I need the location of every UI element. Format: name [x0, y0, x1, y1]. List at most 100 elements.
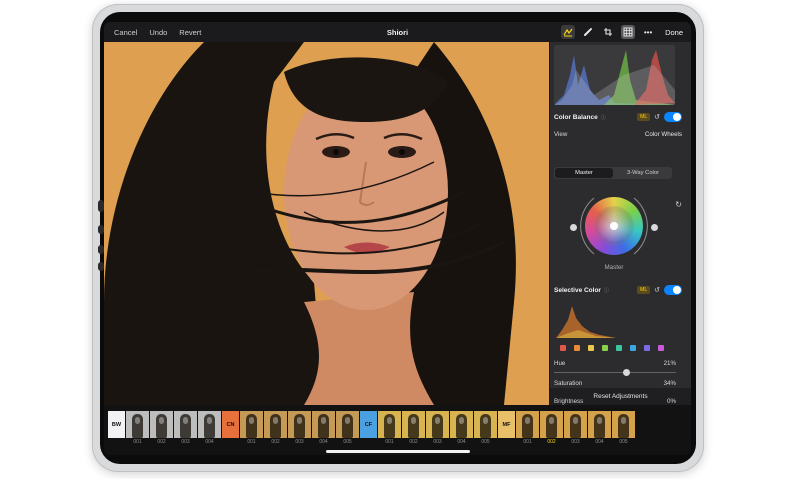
right-wheel-knob[interactable]: [651, 224, 658, 231]
master-color-wheel[interactable]: [585, 197, 643, 255]
filter-thumbnail[interactable]: [540, 411, 563, 438]
info-icon[interactable]: ⓘ: [604, 287, 609, 294]
filter-number: 004: [205, 439, 214, 445]
crop-icon[interactable]: [601, 25, 615, 39]
grid-icon[interactable]: [621, 25, 636, 39]
color-swatch[interactable]: [616, 345, 622, 351]
ml-badge[interactable]: ML: [637, 286, 651, 294]
saturation-value: 34%: [663, 380, 676, 387]
filter-number: 003: [295, 439, 304, 445]
adjustments-panel: Color Balance ⓘ ML ↺ View Color Wheels M…: [550, 42, 691, 405]
filter-thumbnail[interactable]: [378, 411, 401, 438]
filter-number-spacer: [222, 439, 239, 445]
filter-number: 003: [571, 439, 580, 445]
hue-label: Hue: [554, 360, 566, 367]
color-swatch[interactable]: [560, 345, 566, 351]
wheel-puck[interactable]: [610, 222, 618, 230]
color-swatch[interactable]: [630, 345, 636, 351]
hue-slider[interactable]: [554, 369, 676, 376]
filter-thumbnail[interactable]: [336, 411, 359, 438]
filter-number: 003: [433, 439, 442, 445]
filter-thumbnail[interactable]: [174, 411, 197, 438]
filter-number: 005: [481, 439, 490, 445]
color-swatch[interactable]: [644, 345, 650, 351]
view-label: View: [554, 131, 568, 138]
color-swatch[interactable]: [588, 345, 594, 351]
reset-icon[interactable]: ↺: [654, 113, 660, 121]
filter-number-spacer: [108, 439, 125, 445]
filter-thumbnail[interactable]: [288, 411, 311, 438]
segment-master[interactable]: Master: [555, 168, 613, 178]
color-swatch[interactable]: [602, 345, 608, 351]
filter-number: 005: [343, 439, 352, 445]
ml-badge[interactable]: ML: [637, 113, 651, 121]
hue-histogram: [556, 306, 616, 338]
view-row[interactable]: View Color Wheels: [554, 131, 682, 138]
filter-number: 001: [523, 439, 532, 445]
selective-color-toggle[interactable]: [664, 285, 682, 295]
filter-thumbnail[interactable]: [198, 411, 221, 438]
filter-thumbnail[interactable]: [588, 411, 611, 438]
filter-thumbnail[interactable]: [150, 411, 173, 438]
color-swatch[interactable]: [658, 345, 664, 351]
filter-thumbnail[interactable]: [564, 411, 587, 438]
done-button[interactable]: Done: [665, 28, 683, 37]
filter-thumbnail[interactable]: [240, 411, 263, 438]
cancel-button[interactable]: Cancel: [114, 28, 137, 37]
segment-3-way-color[interactable]: 3-Way Color: [614, 167, 672, 179]
filter-number: 003: [181, 439, 190, 445]
adjust-icon[interactable]: [561, 25, 576, 39]
filter-thumbnail[interactable]: [126, 411, 149, 438]
top-toolbar: Cancel Undo Revert Shiori ••• Done: [104, 22, 691, 42]
color-swatch[interactable]: [574, 345, 580, 351]
filter-group-bw[interactable]: BW: [108, 411, 125, 438]
filter-thumbnail[interactable]: [612, 411, 635, 438]
more-icon[interactable]: •••: [641, 25, 655, 39]
filter-thumbnail[interactable]: [426, 411, 449, 438]
info-icon[interactable]: ⓘ: [601, 114, 606, 121]
filter-number: 004: [457, 439, 466, 445]
color-swatch-row: [560, 345, 664, 351]
filter-number-spacer: [498, 439, 515, 445]
color-balance-header: Color Balance ⓘ ML ↺: [554, 112, 682, 122]
filter-group-cf[interactable]: CF: [360, 411, 377, 438]
filter-thumbnail[interactable]: [402, 411, 425, 438]
filter-number: 004: [319, 439, 328, 445]
filter-thumbnail[interactable]: [516, 411, 539, 438]
brush-icon[interactable]: [581, 25, 595, 39]
filter-group-cn[interactable]: CN: [222, 411, 239, 438]
filter-thumbnail[interactable]: [474, 411, 497, 438]
filter-strip: BW CN CF MF 001 002 003 004 001 002 003 004 005 001 0…: [104, 405, 691, 455]
portrait-image: [104, 42, 549, 405]
filter-thumbnail[interactable]: [450, 411, 473, 438]
reset-icon[interactable]: ↺: [654, 286, 660, 294]
mode-segmented-control[interactable]: Master 3-Way Color: [554, 167, 672, 179]
filter-number: 002: [157, 439, 166, 445]
wheel-label: Master: [604, 264, 624, 271]
wheel-reset-icon[interactable]: ↻: [675, 200, 682, 209]
undo-button[interactable]: Undo: [149, 28, 167, 37]
revert-button[interactable]: Revert: [179, 28, 201, 37]
filter-thumbnail[interactable]: [264, 411, 287, 438]
color-balance-title: Color Balance: [554, 113, 598, 121]
filter-number: 001: [247, 439, 256, 445]
photo-canvas[interactable]: [104, 42, 549, 405]
filter-thumbnail[interactable]: [312, 411, 335, 438]
saturation-row: Saturation 34%: [554, 380, 676, 387]
hue-value: 21%: [663, 360, 676, 367]
brightness-label: Brightness: [554, 398, 584, 405]
left-wheel-knob[interactable]: [570, 224, 577, 231]
filter-number: 001: [385, 439, 394, 445]
app-screen: Cancel Undo Revert Shiori ••• Done Color…: [104, 22, 691, 455]
hue-slider-thumb[interactable]: [623, 369, 630, 376]
brightness-value: 0%: [667, 398, 676, 405]
view-value[interactable]: Color Wheels: [645, 131, 682, 138]
saturation-label: Saturation: [554, 380, 583, 387]
brightness-row: Brightness 0%: [554, 398, 676, 405]
color-balance-toggle[interactable]: [664, 112, 682, 122]
selective-color-header: Selective Color ⓘ ML ↺: [554, 285, 682, 295]
histogram: [554, 45, 675, 105]
filter-group-mf[interactable]: MF: [498, 411, 515, 438]
home-indicator: [326, 450, 470, 453]
selective-color-title: Selective Color: [554, 286, 601, 294]
